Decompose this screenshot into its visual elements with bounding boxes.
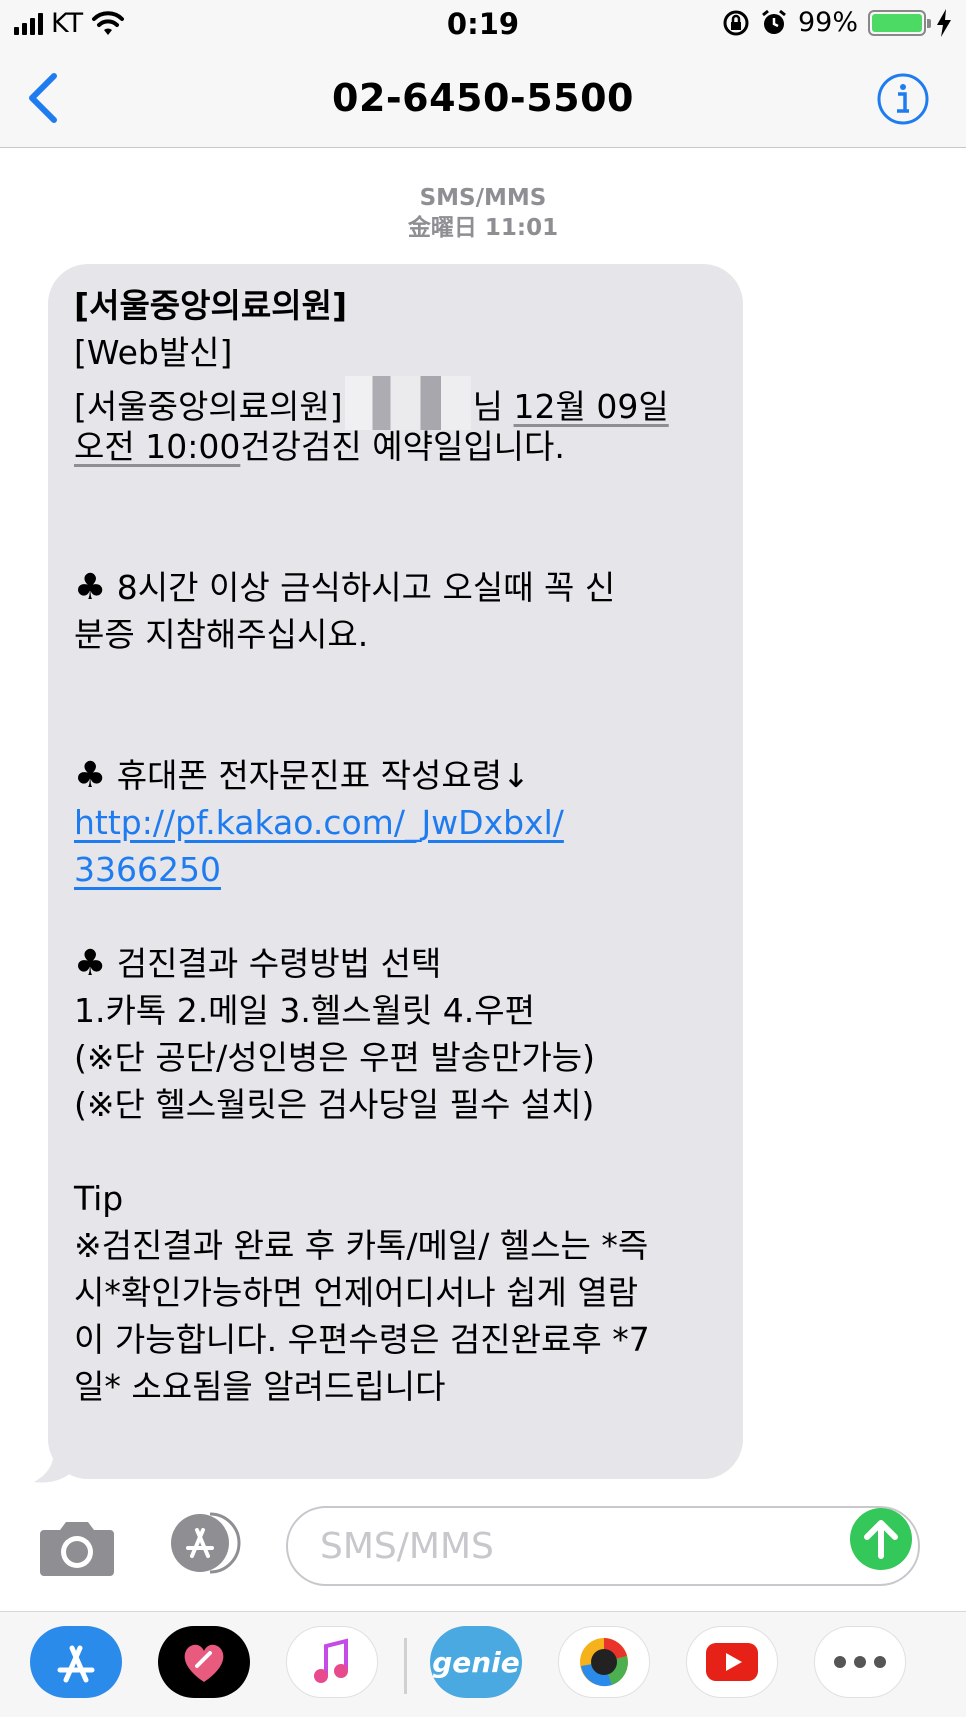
genie-label: genie bbox=[432, 1645, 520, 1679]
battery-percent: 99% bbox=[797, 7, 858, 38]
battery-fill bbox=[872, 13, 922, 32]
club-icon: ♣ bbox=[74, 755, 107, 796]
message-line: 3366250 bbox=[74, 846, 717, 893]
contact-title[interactable]: 02-6450-5500 bbox=[0, 76, 966, 120]
health-heart-app-icon[interactable] bbox=[158, 1626, 250, 1698]
survey-link-2[interactable]: 3366250 bbox=[74, 850, 221, 889]
tip-line-1: ※검진결과 완료 후 카톡/메일/ 헬스는 *즉 bbox=[74, 1226, 649, 1265]
alarm-icon bbox=[762, 9, 786, 34]
message-header: [서울중앙의료의원] bbox=[74, 286, 348, 325]
clinic-name: [서울중앙의료의원] bbox=[74, 387, 343, 426]
message-bubble[interactable]: [서울중앙의료의원] [Web발신] [서울중앙의료의원] 님 12월 09일 오… bbox=[48, 264, 743, 1479]
genie-app-icon[interactable]: genie bbox=[430, 1626, 522, 1698]
survey-title: 휴대폰 전자문진표 작성요령↓ bbox=[106, 756, 530, 795]
message-line: ♣ 휴대폰 전자문진표 작성요령↓ bbox=[74, 752, 717, 799]
tip-line-4: 일* 소요됨을 알려드립니다 bbox=[74, 1367, 446, 1406]
message-input[interactable]: SMS/MMS bbox=[286, 1506, 920, 1586]
message-line: 오전 10:00건강검진 예약일입니다. bbox=[74, 423, 717, 470]
service-label: SMS/MMS bbox=[419, 185, 547, 211]
send-arrow-icon[interactable] bbox=[848, 1506, 914, 1572]
tip-line-3: 이 가능합니다. 우편수령은 검진완료후 *7 bbox=[74, 1320, 650, 1359]
youtube-app-icon[interactable] bbox=[686, 1626, 778, 1698]
battery-icon bbox=[868, 9, 931, 36]
message-timestamp: 金曜日 11:01 bbox=[407, 215, 559, 241]
app-store-button-icon[interactable] bbox=[162, 1510, 248, 1576]
camera-icon[interactable] bbox=[38, 1516, 116, 1578]
fasting-text: 8시간 이상 금식하시고 오실때 꼭 신 bbox=[106, 568, 616, 607]
club-icon: ♣ bbox=[74, 567, 107, 608]
charging-icon bbox=[937, 8, 951, 37]
game-center-app-icon[interactable] bbox=[558, 1626, 650, 1698]
fasting-text-2: 분증 지참해주십시요. bbox=[74, 615, 369, 654]
web-tag: [Web발신] bbox=[74, 333, 233, 372]
nav-bar: 02-6450-5500 bbox=[0, 50, 966, 148]
info-icon[interactable] bbox=[876, 72, 930, 126]
app-store-app-icon[interactable] bbox=[30, 1626, 122, 1698]
app-drawer: genie bbox=[0, 1611, 966, 1717]
club-icon: ♣ bbox=[74, 943, 107, 984]
more-icon[interactable] bbox=[814, 1626, 906, 1698]
music-note-app-icon[interactable] bbox=[286, 1626, 378, 1698]
message-line: ♣ 검진결과 수령방법 선택 bbox=[74, 940, 717, 987]
survey-link[interactable]: http://pf.kakao.com/_JwDxbxl/ bbox=[74, 803, 564, 842]
result-options: 1.카톡 2.메일 3.헬스월릿 4.우편 bbox=[74, 991, 536, 1030]
appointment-time-link[interactable]: 오전 10:00 bbox=[74, 427, 240, 466]
appointment-text: 건강검진 예약일입니다. bbox=[240, 427, 565, 466]
input-bar: SMS/MMS bbox=[0, 1486, 966, 1611]
redacted-name bbox=[344, 376, 471, 430]
result-title: 검진결과 수령방법 선택 bbox=[106, 944, 442, 983]
tip-line-2: 시*확인가능하면 언제어디서나 쉽게 열람 bbox=[74, 1273, 639, 1312]
orientation-lock-icon bbox=[723, 10, 749, 35]
drawer-separator bbox=[404, 1638, 407, 1694]
appointment-date-link[interactable]: 12월 09일 bbox=[514, 387, 669, 426]
tip-label: Tip bbox=[74, 1179, 124, 1218]
conversation-meta: SMS/MMS 金曜日 11:01 bbox=[0, 183, 966, 243]
result-note-2: (※단 헬스월릿은 검사당일 필수 설치) bbox=[74, 1085, 595, 1124]
message-line: ♣ 8시간 이상 금식하시고 오실때 꼭 신 bbox=[74, 564, 717, 611]
message-line: [서울중앙의료의원] 님 12월 09일 bbox=[74, 376, 717, 430]
status-bar: KT 0:19 99% bbox=[0, 0, 966, 50]
message-line: http://pf.kakao.com/_JwDxbxl/ bbox=[74, 799, 717, 846]
status-right: 99% bbox=[722, 7, 952, 38]
honorific: 님 bbox=[472, 387, 504, 426]
result-note-1: (※단 공단/성인병은 우편 발송만가능) bbox=[74, 1038, 596, 1077]
